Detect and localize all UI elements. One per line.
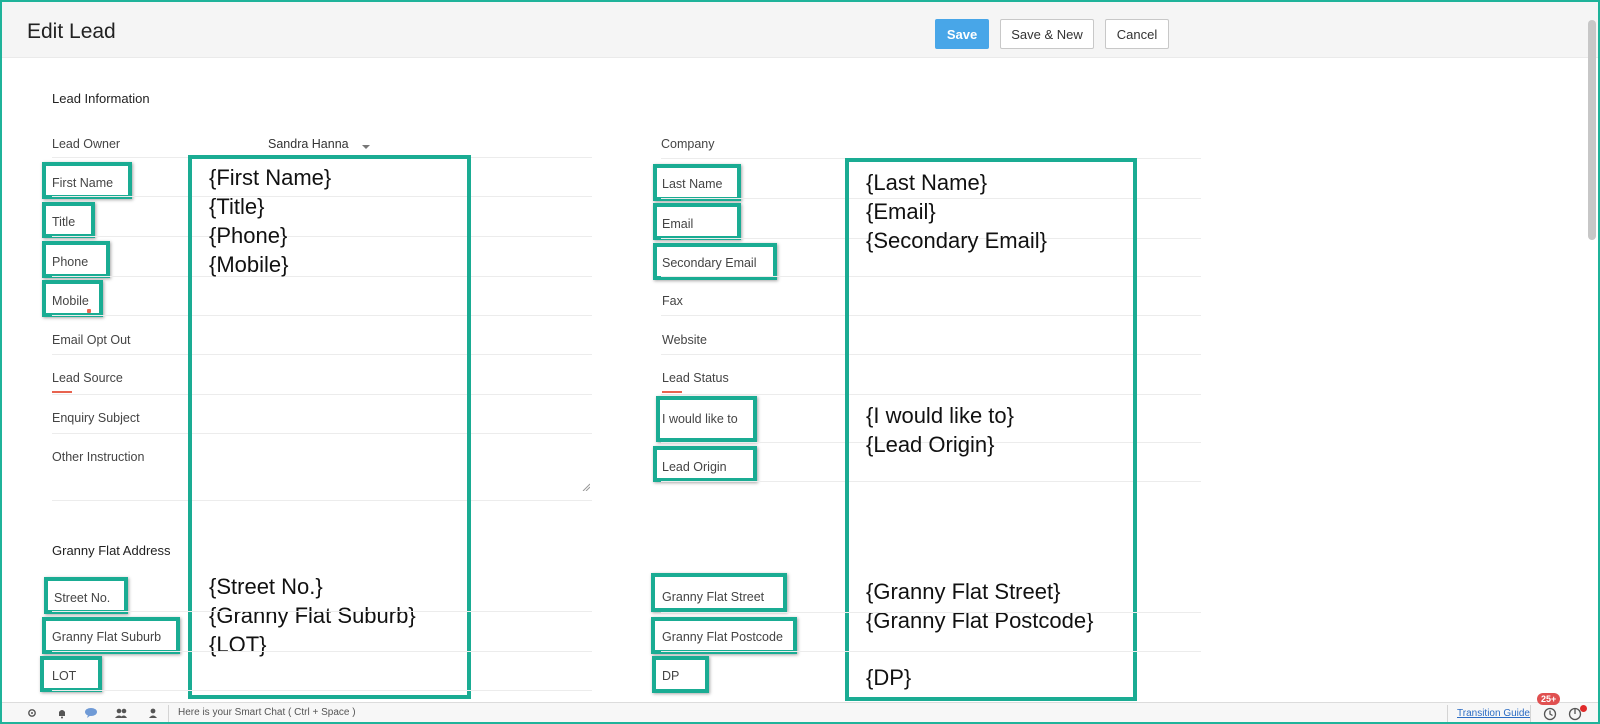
field-label-email: Email: [662, 217, 694, 231]
field-label-lot: LOT: [52, 669, 77, 683]
required-indicator: [87, 309, 91, 313]
save-button[interactable]: Save: [935, 19, 989, 49]
divider: [661, 612, 1201, 613]
required-indicator: [662, 391, 682, 393]
bell-icon[interactable]: [56, 707, 68, 719]
field-label-phone: Phone: [52, 255, 89, 269]
settings-icon[interactable]: [26, 707, 38, 719]
field-label-fax: Fax: [662, 294, 683, 308]
field-label-lead-origin: Lead Origin: [662, 460, 727, 474]
template-text-left-top: {First Name} {Title} {Phone} {Mobile}: [209, 165, 332, 277]
section-title-granny-flat-address: Granny Flat Address: [52, 543, 171, 558]
required-indicator: [52, 391, 72, 393]
field-label-first-name: First Name: [52, 176, 114, 190]
section-title-lead-information: Lead Information: [52, 91, 150, 106]
divider: [1530, 705, 1531, 722]
chat-icon[interactable]: [84, 707, 98, 719]
template-text-right-top: {Last Name} {Email} {Secondary Email}: [866, 170, 1047, 253]
bottom-bar: Here is your Smart Chat ( Ctrl + Space )…: [2, 693, 1598, 722]
field-label-enquiry-subject: Enquiry Subject: [52, 411, 140, 425]
user-icon[interactable]: [147, 707, 159, 719]
highlight-dp: [652, 656, 709, 693]
field-label-street-no: Street No.: [54, 591, 111, 605]
field-label-mobile: Mobile: [52, 294, 89, 308]
field-label-granny-flat-postcode: Granny Flat Postcode: [662, 630, 783, 644]
field-label-secondary-email: Secondary Email: [662, 256, 757, 270]
cancel-button[interactable]: Cancel: [1105, 19, 1169, 49]
field-label-email-opt-out: Email Opt Out: [52, 333, 131, 347]
divider: [52, 611, 592, 612]
transition-guide-link[interactable]: Transition Guide: [1457, 708, 1530, 719]
field-label-company: Company: [661, 137, 715, 151]
field-label-granny-flat-street: Granny Flat Street: [662, 590, 765, 604]
template-text-left-address: {Street No.} {Granny Flat Suburb} {LOT}: [209, 574, 416, 657]
field-label-dp: DP: [662, 669, 680, 683]
field-label-last-name: Last Name: [662, 177, 723, 191]
template-text-right-address: {Granny Flat Street} {Granny Flat Postco…: [866, 579, 1094, 633]
field-label-i-would-like-to: I would like to: [662, 412, 738, 426]
contacts-icon[interactable]: [114, 707, 128, 719]
divider: [661, 651, 1201, 652]
field-label-lead-source: Lead Source: [52, 371, 123, 385]
field-label-granny-flat-suburb: Granny Flat Suburb: [52, 630, 162, 644]
notification-badge[interactable]: 25+: [1537, 693, 1561, 705]
divider: [1447, 705, 1448, 722]
field-label-title: Title: [52, 215, 76, 229]
divider: [52, 651, 592, 652]
clock-icon[interactable]: [1543, 707, 1557, 721]
field-label-website: Website: [662, 333, 707, 347]
field-label-lead-owner: Lead Owner: [52, 137, 121, 151]
page-title: Edit Lead: [27, 20, 116, 43]
chevron-down-icon[interactable]: [362, 145, 370, 149]
template-text-right-mid: {I would like to} {Lead Origin}: [866, 403, 1014, 457]
status-dot: [1580, 705, 1587, 712]
page-header: Edit Lead Save Save & New Cancel: [2, 2, 1598, 58]
field-label-other-instruction: Other Instruction: [52, 450, 145, 464]
resize-handle-icon[interactable]: [582, 483, 590, 491]
lead-owner-select[interactable]: Sandra Hanna: [268, 137, 349, 151]
save-and-new-button[interactable]: Save & New: [1000, 19, 1094, 49]
template-text-right-dp: {DP}: [866, 665, 912, 690]
vertical-scrollbar[interactable]: [1588, 20, 1596, 240]
app-frame: Edit Lead Save Save & New Cancel Lead In…: [0, 0, 1600, 724]
field-label-lead-status: Lead Status: [662, 371, 729, 385]
smart-chat-input[interactable]: Here is your Smart Chat ( Ctrl + Space ): [178, 707, 356, 718]
divider: [52, 690, 592, 691]
divider: [168, 705, 169, 722]
